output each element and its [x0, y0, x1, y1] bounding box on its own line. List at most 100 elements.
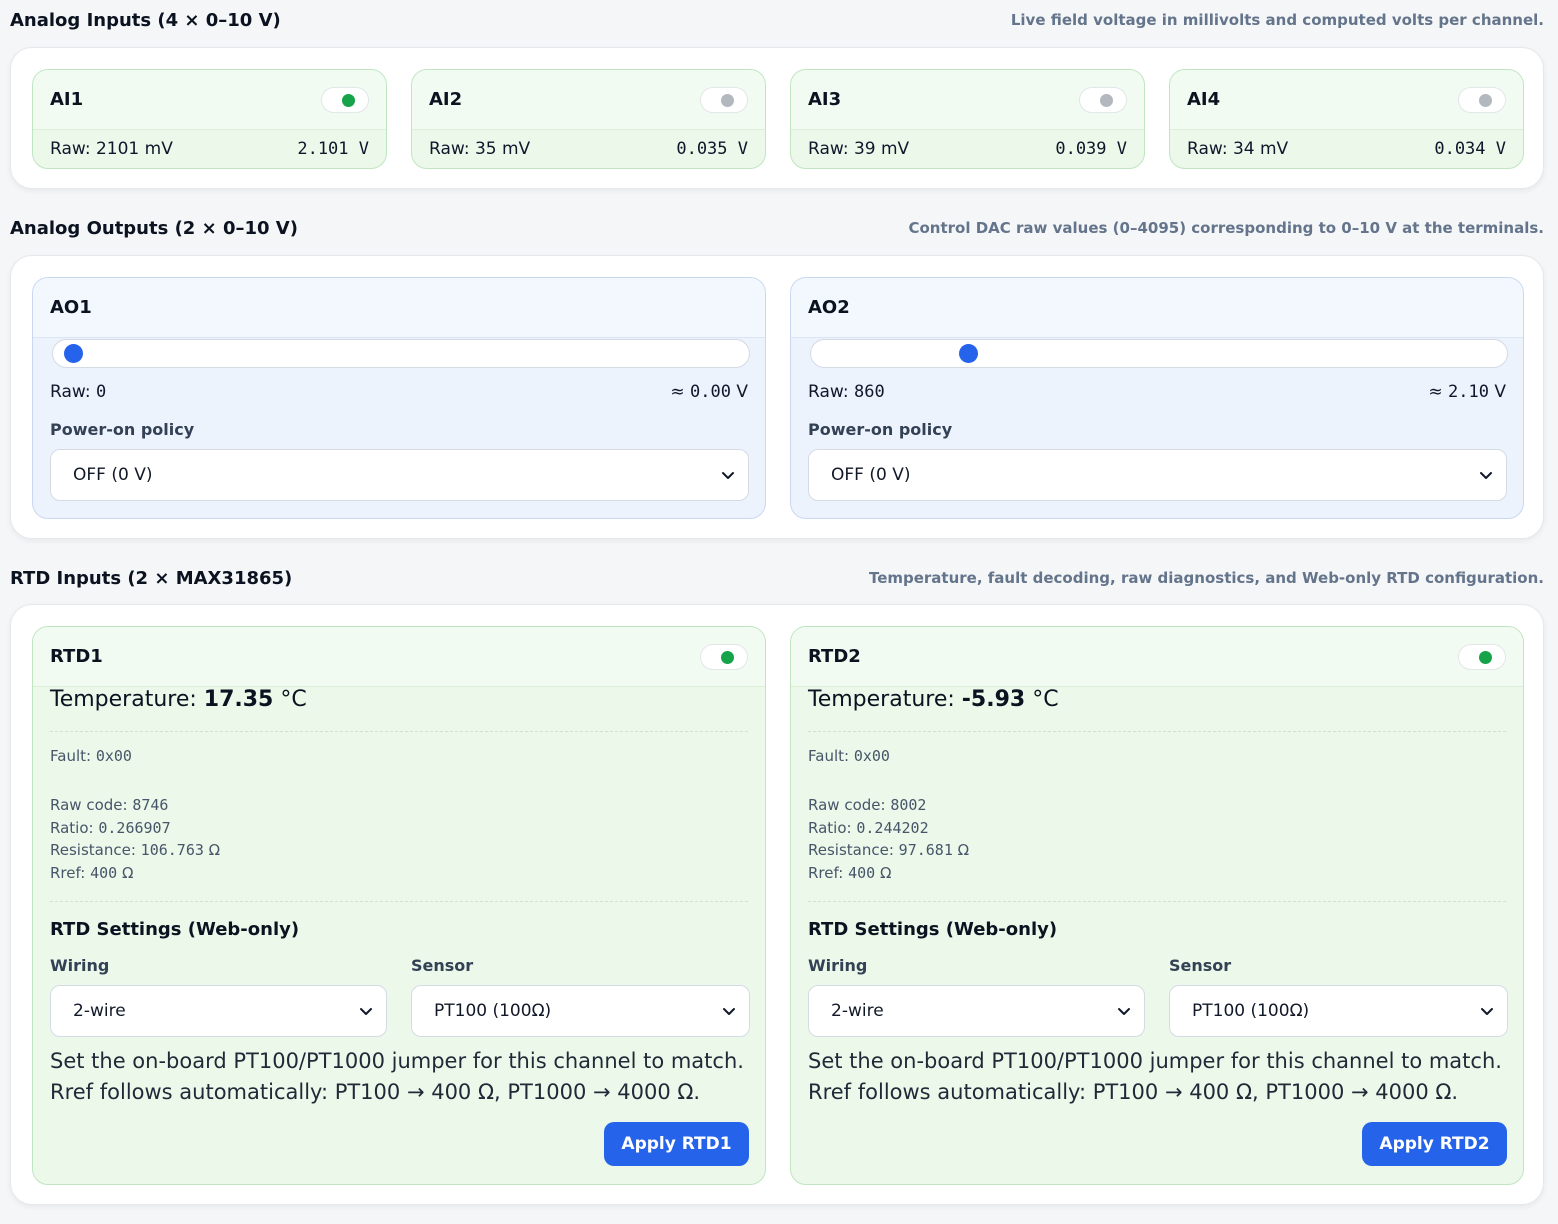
ao-card: AO2 Raw: 860 ≈ 2.10 V Power-on policy OF…	[790, 277, 1524, 519]
rtd-card: RTD2 Temperature: -5.93 °C Fault: 0x00 R…	[790, 626, 1524, 1185]
slider-thumb[interactable]	[959, 344, 979, 363]
chevron-down-icon	[1481, 1008, 1493, 1015]
apply-rtd1-button[interactable]: Apply RTD1	[604, 1122, 749, 1166]
rtd-inputs-header: RTD Inputs (2 × MAX31865) Temperature, f…	[10, 563, 1544, 593]
rtd-card: RTD1 Temperature: 17.35 °C Fault: 0x00 R…	[32, 626, 766, 1185]
analog-outputs-panel: AO1 Raw: 0 ≈ 0.00 V Power-on policy OFF …	[10, 255, 1544, 539]
volts-reading: 2.101 V	[297, 139, 369, 159]
rtd-settings-title: RTD Settings (Web-only)	[808, 919, 1058, 940]
chevron-down-icon	[1118, 1008, 1130, 1015]
status-indicator	[1458, 86, 1506, 113]
rtd-inputs-panel: RTD1 Temperature: 17.35 °C Fault: 0x00 R…	[10, 604, 1544, 1205]
volts-reading: 0.035 V	[676, 139, 748, 159]
select-value: 2-wire	[831, 1001, 884, 1021]
ai-card: AI2 Raw: 35 mV 0.035 V	[411, 69, 766, 169]
raw-reading: Raw: 2101 mV	[50, 139, 173, 159]
ai-card: AI4 Raw: 34 mV 0.034 V	[1169, 69, 1524, 169]
status-dot-icon	[721, 93, 734, 107]
section-title: Analog Outputs (2 × 0–10 V)	[10, 217, 298, 239]
wiring-label: Wiring	[808, 956, 868, 975]
dac-slider[interactable]	[810, 339, 1508, 368]
analog-outputs-header: Analog Outputs (2 × 0–10 V) Control DAC …	[10, 213, 1544, 243]
slider-thumb[interactable]	[63, 344, 83, 363]
channel-name: RTD2	[808, 646, 861, 667]
ai-card: AI1 Raw: 2101 mV 2.101 V	[32, 69, 387, 169]
status-dot-icon	[1479, 650, 1492, 664]
section-title: Analog Inputs (4 × 0–10 V)	[10, 9, 281, 31]
channel-name: AI2	[429, 89, 463, 110]
select-value: OFF (0 V)	[73, 465, 153, 485]
status-indicator	[1079, 86, 1127, 113]
section-description: Live field voltage in millivolts and com…	[1010, 11, 1544, 29]
volts-reading: 0.039 V	[1055, 139, 1127, 159]
select-value: 2-wire	[73, 1001, 126, 1021]
channel-name: AI4	[1187, 89, 1221, 110]
select-value: OFF (0 V)	[831, 465, 911, 485]
wiring-select[interactable]: 2-wire	[808, 985, 1145, 1037]
power-on-policy-label: Power-on policy	[808, 420, 953, 439]
sensor-label: Sensor	[411, 956, 474, 975]
raw-diagnostics: Raw code: 8002 Ratio: 0.244202 Resistanc…	[808, 794, 969, 885]
resistance: Resistance: 97.681 Ω	[808, 841, 970, 860]
channel-name: AI1	[50, 89, 84, 110]
rtd-settings-title: RTD Settings (Web-only)	[50, 919, 300, 940]
rref: Rref: 400 Ω	[808, 864, 892, 883]
ratio: Ratio: 0.266907	[50, 818, 171, 837]
chevron-down-icon	[723, 1008, 735, 1015]
channel-name: RTD1	[50, 646, 103, 667]
status-indicator	[321, 86, 369, 113]
status-dot-icon	[1479, 93, 1492, 107]
fault-readout: Fault: 0x00	[808, 747, 890, 765]
section-title: RTD Inputs (2 × MAX31865)	[10, 567, 293, 589]
sensor-select[interactable]: PT100 (100Ω)	[1169, 985, 1508, 1037]
fault-readout: Fault: 0x00	[50, 747, 132, 765]
chevron-down-icon	[722, 472, 734, 479]
raw-reading: Raw: 34 mV	[1187, 139, 1289, 159]
channel-name: AO2	[808, 297, 850, 318]
jumper-note: Set the on-board PT100/PT1000 jumper for…	[50, 1049, 744, 1104]
status-indicator	[1458, 643, 1506, 670]
temperature-reading: Temperature: -5.93 °C	[808, 687, 1059, 712]
apply-rtd2-button[interactable]: Apply RTD2	[1362, 1122, 1507, 1166]
wiring-select[interactable]: 2-wire	[50, 985, 387, 1037]
channel-name: AO1	[50, 297, 92, 318]
select-value: PT100 (100Ω)	[1192, 1001, 1310, 1021]
power-on-policy-select[interactable]: OFF (0 V)	[50, 449, 749, 501]
chevron-down-icon	[360, 1008, 372, 1015]
ai-card: AI3 Raw: 39 mV 0.039 V	[790, 69, 1145, 169]
sensor-select[interactable]: PT100 (100Ω)	[411, 985, 750, 1037]
raw-value: Raw: 860	[808, 382, 885, 402]
chevron-down-icon	[1480, 472, 1492, 479]
volts-value: ≈ 2.10 V	[1428, 382, 1506, 402]
status-dot-icon	[1100, 93, 1113, 107]
temperature-reading: Temperature: 17.35 °C	[50, 687, 307, 712]
select-value: PT100 (100Ω)	[434, 1001, 552, 1021]
resistance: Resistance: 106.763 Ω	[50, 841, 221, 860]
status-indicator	[700, 86, 748, 113]
dac-slider[interactable]	[52, 339, 750, 368]
raw-reading: Raw: 35 mV	[429, 139, 531, 159]
power-on-policy-label: Power-on policy	[50, 420, 195, 439]
channel-name: AI3	[808, 89, 842, 110]
power-on-policy-select[interactable]: OFF (0 V)	[808, 449, 1507, 501]
wiring-label: Wiring	[50, 956, 110, 975]
raw-code: Raw code: 8002	[808, 796, 927, 814]
section-description: Temperature, fault decoding, raw diagnos…	[868, 569, 1544, 587]
volts-reading: 0.034 V	[1434, 139, 1506, 159]
status-dot-icon	[342, 93, 355, 107]
section-description: Control DAC raw values (0–4095) correspo…	[908, 219, 1544, 237]
raw-code: Raw code: 8746	[50, 796, 169, 814]
analog-inputs-header: Analog Inputs (4 × 0–10 V) Live field vo…	[10, 5, 1544, 35]
sensor-label: Sensor	[1169, 956, 1232, 975]
jumper-note: Set the on-board PT100/PT1000 jumper for…	[808, 1049, 1502, 1104]
raw-value: Raw: 0	[50, 382, 107, 402]
raw-reading: Raw: 39 mV	[808, 139, 910, 159]
status-indicator	[700, 643, 748, 670]
ao-card: AO1 Raw: 0 ≈ 0.00 V Power-on policy OFF …	[32, 277, 766, 519]
ratio: Ratio: 0.244202	[808, 818, 929, 837]
volts-value: ≈ 0.00 V	[670, 382, 748, 402]
raw-diagnostics: Raw code: 8746 Ratio: 0.266907 Resistanc…	[50, 794, 220, 885]
status-dot-icon	[721, 650, 734, 664]
analog-inputs-panel: AI1 Raw: 2101 mV 2.101 V AI2 Raw: 35 mV …	[10, 47, 1544, 189]
rref: Rref: 400 Ω	[50, 864, 134, 883]
